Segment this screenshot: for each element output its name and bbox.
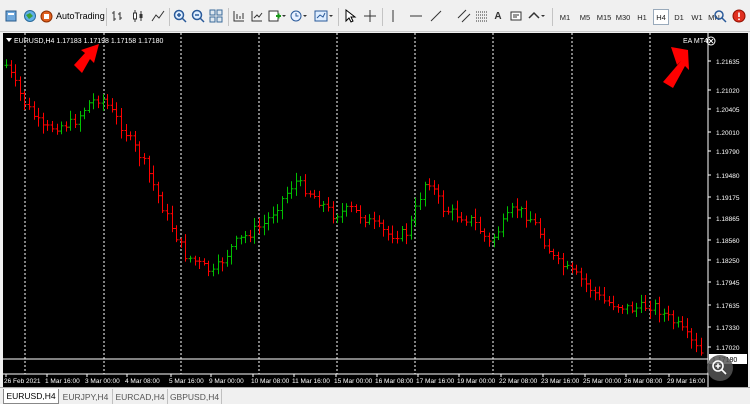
zoom-in-icon[interactable] <box>172 6 188 26</box>
price-chart-canvas[interactable]: 1.21635 1.21020 1.20405 1.20010 1.19790 1.194… <box>3 33 748 387</box>
grid-lines <box>24 33 651 374</box>
timeframe-m1[interactable]: M1 <box>557 9 573 25</box>
search-icon[interactable] <box>712 6 728 26</box>
new-order-icon[interactable] <box>2 6 20 26</box>
time-label: 26 Mar 08:00 <box>624 378 663 385</box>
timeframe-w1[interactable]: W1 <box>689 9 705 25</box>
autotrading-label: AutoTrading <box>56 11 105 21</box>
toolbar-separator <box>382 8 383 26</box>
tab-gbpusd-h4[interactable]: GBPUSD,H4 <box>168 389 222 404</box>
time-label: 10 Mar 08:00 <box>251 378 290 385</box>
time-label: 22 Mar 08:00 <box>499 378 538 385</box>
tab-eurusd-h4[interactable]: EURUSD,H4 <box>3 389 59 404</box>
time-label: 17 Mar 16:00 <box>416 378 455 385</box>
price-label: 1.18560 <box>716 238 740 245</box>
price-label: 1.19480 <box>716 173 740 180</box>
fibonacci-icon[interactable] <box>474 6 490 26</box>
globe-icon[interactable] <box>22 6 38 26</box>
price-label: 1.21020 <box>716 88 740 95</box>
red-arrow-ea-icon <box>663 47 689 88</box>
price-label: 1.19175 <box>716 195 740 202</box>
time-label: 19 Mar 00:00 <box>457 378 496 385</box>
time-label: 26 Feb 2021 <box>4 378 41 385</box>
zoom-magnifier-icon[interactable] <box>707 355 733 381</box>
time-label: 5 Mar 16:00 <box>169 378 204 385</box>
price-label: 1.17020 <box>716 345 740 352</box>
price-label: 1.18865 <box>716 216 740 223</box>
toolbar-separator <box>169 8 170 26</box>
time-label: 29 Mar 16:00 <box>667 378 706 385</box>
time-label: 15 Mar 00:00 <box>334 378 373 385</box>
chart-shift-icon[interactable] <box>231 6 247 26</box>
candlestick-chart-icon[interactable] <box>130 6 146 26</box>
chart-tabs: EURUSD,H4 EURJPY,H4 EURCAD,H4 GBPUSD,H4 <box>0 387 750 404</box>
bar-chart-icon[interactable] <box>110 6 126 26</box>
arrows-dropdown-icon[interactable] <box>527 6 547 26</box>
ohlc-bars <box>4 59 704 356</box>
time-label: 25 Mar 00:00 <box>583 378 622 385</box>
price-label: 1.18250 <box>716 258 740 265</box>
crosshair-icon[interactable] <box>362 6 378 26</box>
timeframe-m5[interactable]: M5 <box>577 9 593 25</box>
ea-label: EA MT4 <box>683 38 708 45</box>
price-label: 1.19790 <box>716 149 740 156</box>
text-tool-button[interactable]: A <box>491 6 505 26</box>
time-label: 4 Mar 08:00 <box>125 378 160 385</box>
toolbar: AutoTrading A M1 M5 M15 M30 H1 H4 D1 W1 … <box>0 0 750 32</box>
notification-alert-icon[interactable] <box>731 6 747 26</box>
autotrading-button[interactable]: AutoTrading <box>40 7 105 25</box>
tile-windows-icon[interactable] <box>208 6 224 26</box>
timeframe-d1[interactable]: D1 <box>671 9 687 25</box>
red-arrow-header-icon <box>74 44 99 73</box>
time-label: 23 Mar 16:00 <box>541 378 580 385</box>
toolbar-separator <box>106 8 107 26</box>
tab-eurjpy-h4[interactable]: EURJPY,H4 <box>59 389 113 404</box>
cursor-icon[interactable] <box>342 6 358 26</box>
periods-dropdown-icon[interactable] <box>290 6 308 26</box>
chart-header: EURUSD,H4 1.17183 1.17198 1.17158 1.1718… <box>14 38 164 45</box>
timeframe-h1[interactable]: H1 <box>634 9 650 25</box>
text-label-icon[interactable] <box>508 6 524 26</box>
time-label: 3 Mar 00:00 <box>85 378 120 385</box>
horizontal-line-icon[interactable] <box>408 6 424 26</box>
time-scale: 26 Feb 2021 1 Mar 16:00 3 Mar 00:00 4 Mar 0… <box>4 374 706 385</box>
time-label: 1 Mar 16:00 <box>45 378 80 385</box>
autotrading-icon <box>40 10 53 22</box>
timeframe-m30[interactable]: M30 <box>615 9 631 25</box>
time-label: 11 Mar 16:00 <box>292 378 330 385</box>
toolbar-separator <box>228 8 229 26</box>
chart-menu-triangle-icon[interactable] <box>6 38 12 42</box>
tab-eurcad-h4[interactable]: EURCAD,H4 <box>113 389 168 404</box>
autoscroll-icon[interactable] <box>249 6 265 26</box>
price-label: 1.17330 <box>716 325 740 332</box>
indicators-dropdown-icon[interactable] <box>268 6 286 26</box>
toolbar-separator <box>552 8 553 26</box>
templates-dropdown-icon[interactable] <box>314 6 334 26</box>
time-label: 16 Mar 08:00 <box>375 378 414 385</box>
price-label: 1.17945 <box>716 280 740 287</box>
price-label: 1.17635 <box>716 303 740 310</box>
timeframe-h4[interactable]: H4 <box>653 9 669 25</box>
price-scale: 1.21635 1.21020 1.20405 1.20010 1.19790 1.194… <box>708 59 740 352</box>
price-chart[interactable]: 1.21635 1.21020 1.20405 1.20010 1.19790 1.194… <box>3 33 748 387</box>
equidistant-channel-icon[interactable] <box>456 6 472 26</box>
price-label: 1.20405 <box>716 107 740 114</box>
price-label: 1.20010 <box>716 130 740 137</box>
trendline-icon[interactable] <box>428 6 444 26</box>
zoom-out-icon[interactable] <box>190 6 206 26</box>
vertical-line-icon[interactable] <box>386 6 400 26</box>
timeframe-m15[interactable]: M15 <box>596 9 612 25</box>
time-label: 9 Mar 00:00 <box>209 378 244 385</box>
price-label: 1.21635 <box>716 59 740 66</box>
toolbar-separator <box>338 8 339 26</box>
line-chart-icon[interactable] <box>150 6 166 26</box>
